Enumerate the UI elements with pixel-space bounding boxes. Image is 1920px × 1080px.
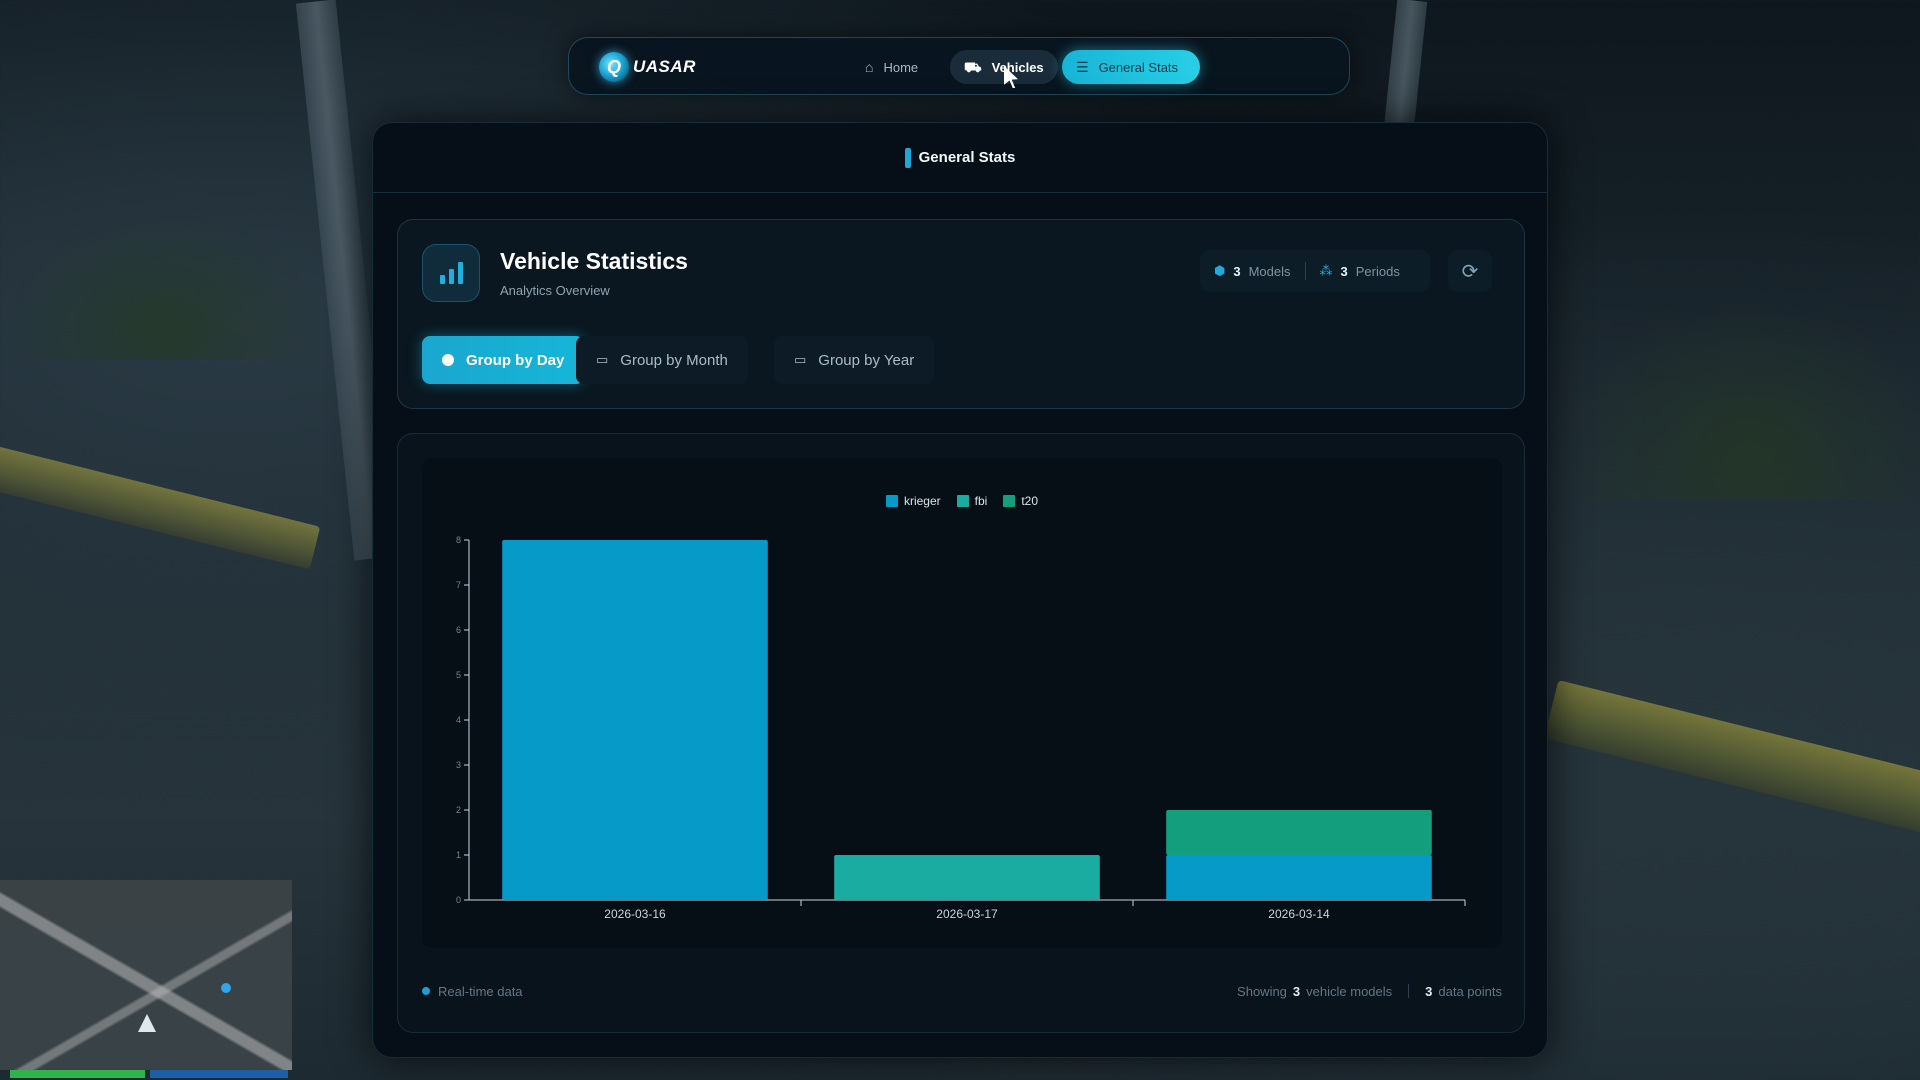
x-tick-label: 2026-03-16 <box>604 907 666 921</box>
health-bar <box>10 1070 145 1078</box>
card-title: Vehicle Statistics <box>500 248 688 274</box>
panel-title: General Stats <box>918 149 1016 166</box>
realtime-label: Real-time data <box>438 983 523 999</box>
refresh-icon: ⟳ <box>1461 260 1479 283</box>
dot-icon <box>442 354 454 366</box>
nav-home-button[interactable]: ⌂ Home <box>851 50 932 84</box>
summary-counts: ⬢ 3 Models ⁂ 3 Periods <box>1200 250 1430 292</box>
refresh-button[interactable]: ⟳ <box>1448 250 1492 292</box>
cube-icon: ⬢ <box>1214 263 1226 278</box>
logo-icon: Q <box>599 52 629 82</box>
minimap-player-icon <box>138 1014 156 1032</box>
x-tick-label: 2026-03-17 <box>936 907 998 921</box>
y-tick-label: 8 <box>456 535 461 545</box>
points-count: 3 <box>1425 983 1433 999</box>
top-navigation: Q UASAR ⌂ Home ⛟ Vehicles ☰ General Stat… <box>568 37 1350 95</box>
y-tick-label: 1 <box>456 850 461 860</box>
y-tick-label: 2 <box>456 805 461 815</box>
nav-home-label: Home <box>883 59 919 75</box>
realtime-indicator: Real-time data <box>422 984 523 999</box>
legend-item-krieger[interactable]: krieger <box>885 494 941 508</box>
points-label: data points <box>1438 983 1502 999</box>
legend-item-t20[interactable]: t20 <box>1003 494 1038 508</box>
group-by-year-label: Group by Year <box>818 351 915 369</box>
showing-prefix: Showing <box>1237 983 1287 999</box>
logo-text: UASAR <box>633 57 696 76</box>
background-curb-left <box>0 444 321 570</box>
bar-chart-icon <box>422 244 480 302</box>
group-by-month-button[interactable]: ▭ Group by Month <box>576 336 748 384</box>
legend-swatch <box>885 495 898 507</box>
live-dot-icon <box>422 987 430 995</box>
vehicle-statistics-card: Vehicle Statistics Analytics Overview ⬢ … <box>397 219 1525 409</box>
background-plants-left <box>0 210 330 360</box>
calendar-icon: ▭ <box>794 352 807 367</box>
legend-label: t20 <box>1021 494 1039 508</box>
nav-general-stats-label: General Stats <box>1098 59 1179 75</box>
minimap-blip-icon <box>221 983 231 993</box>
y-tick-label: 5 <box>456 670 461 680</box>
background-curb-right <box>1543 680 1920 840</box>
legend-item-fbi[interactable]: fbi <box>956 494 988 508</box>
models-count: 3 <box>1233 263 1241 279</box>
group-by-month-label: Group by Month <box>620 351 728 369</box>
bar-fbi-2026-03-17 <box>834 855 1100 900</box>
y-tick-label: 7 <box>456 580 461 590</box>
chart-card: krieger fbi t20 0 1 2 3 4 5 6 7 8 2026-03-16 2026-03… <box>397 433 1525 1033</box>
calendar-icon: ▭ <box>596 352 609 367</box>
background-plants-right <box>1560 300 1920 500</box>
models-label: Models <box>1248 263 1291 279</box>
home-icon: ⌂ <box>865 59 874 75</box>
bar-krieger-2026-03-16 <box>502 540 768 900</box>
y-tick-label: 3 <box>456 760 461 770</box>
title-accent <box>904 147 911 168</box>
logo: Q UASAR <box>599 52 696 82</box>
panel-header: General Stats <box>373 123 1547 193</box>
general-stats-panel: General Stats Vehicle Statistics Analyti… <box>372 122 1548 1058</box>
y-tick-label: 0 <box>456 895 461 905</box>
counts-divider <box>1304 262 1306 280</box>
group-by-day-button[interactable]: Group by Day <box>422 336 585 384</box>
nav-general-stats-button[interactable]: ☰ General Stats <box>1062 50 1200 84</box>
showing-count: 3 <box>1292 983 1301 999</box>
chart-legend: krieger fbi t20 <box>422 494 1502 508</box>
list-icon: ☰ <box>1076 59 1089 75</box>
group-by-year-button[interactable]: ▭ Group by Year <box>774 336 935 384</box>
legend-swatch <box>956 495 969 507</box>
armor-bar <box>150 1070 288 1078</box>
showing-suffix: vehicle models <box>1306 983 1393 999</box>
nav-vehicles-label: Vehicles <box>991 59 1044 75</box>
periods-label: Periods <box>1355 263 1400 279</box>
legend-label: krieger <box>903 494 941 508</box>
legend-label: fbi <box>974 494 988 508</box>
truck-icon: ⛟ <box>964 59 982 75</box>
nodes-icon: ⁂ <box>1319 263 1333 278</box>
group-by-day-label: Group by Day <box>466 351 565 369</box>
minimap <box>0 880 292 1070</box>
chart-footer: Real-time data Showing 3 vehicle models … <box>422 979 1502 1003</box>
legend-swatch <box>1003 495 1016 507</box>
x-tick-label: 2026-03-14 <box>1268 907 1330 921</box>
periods-count: 3 <box>1340 263 1348 279</box>
y-tick-label: 6 <box>456 625 461 635</box>
footer-divider <box>1408 984 1410 998</box>
nav-vehicles-button[interactable]: ⛟ Vehicles <box>950 50 1058 84</box>
bar-chart: 0 1 2 3 4 5 6 7 8 2026-03-16 2026-03-17 2026-03-14 <box>456 535 1466 921</box>
chart-area: krieger fbi t20 0 1 2 3 4 5 6 7 8 2026-03-16 2026-03… <box>422 458 1502 948</box>
card-subtitle: Analytics Overview <box>500 283 610 298</box>
background-post-right <box>1382 0 1428 142</box>
bar-t20-2026-03-14 <box>1166 810 1432 855</box>
y-tick-label: 4 <box>456 715 461 725</box>
footer-summary: Showing 3 vehicle models 3 data points <box>1237 984 1502 999</box>
bar-krieger-2026-03-14 <box>1166 855 1432 900</box>
